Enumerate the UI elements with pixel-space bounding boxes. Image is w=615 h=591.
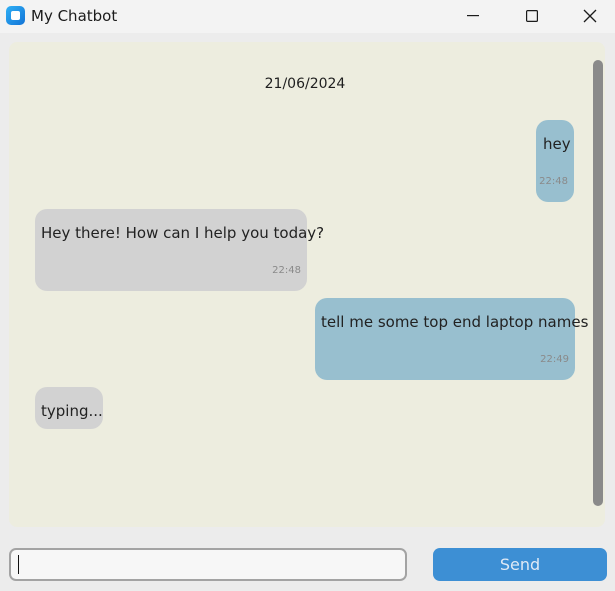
message-time: 22:48	[539, 176, 568, 187]
send-button[interactable]: Send	[433, 548, 607, 581]
user-message-bubble: hey 22:48	[536, 120, 574, 202]
message-text: Hey there! How can I help you today?	[41, 224, 325, 242]
user-message-bubble: tell me some top end laptop names 22:49	[315, 298, 588, 380]
maximize-button[interactable]	[503, 0, 561, 31]
close-icon	[583, 9, 597, 22]
chat-history-panel[interactable]: 21/06/2024 hey 22:48 Hey there! How can …	[9, 42, 605, 527]
text-caret	[18, 555, 19, 574]
close-button[interactable]	[561, 0, 615, 31]
minimize-icon	[467, 14, 479, 16]
minimize-button[interactable]	[444, 0, 502, 31]
message-time: 22:49	[540, 354, 569, 365]
bot-message-bubble: Hey there! How can I help you today? 22:…	[35, 209, 324, 291]
message-time: 22:48	[272, 265, 301, 276]
typing-indicator-text: typing...	[41, 402, 103, 420]
app-logo-icon	[6, 6, 25, 25]
chat-date-label: 21/06/2024	[264, 76, 346, 92]
maximize-icon	[526, 9, 538, 22]
message-text: tell me some top end laptop names	[321, 313, 589, 331]
message-text: hey	[543, 135, 571, 153]
title-bar: My Chatbot	[0, 0, 615, 33]
window-title: My Chatbot	[31, 7, 118, 25]
bot-typing-bubble: typing...	[35, 387, 103, 429]
chat-scrollbar[interactable]	[593, 60, 603, 506]
message-input[interactable]	[9, 548, 407, 581]
